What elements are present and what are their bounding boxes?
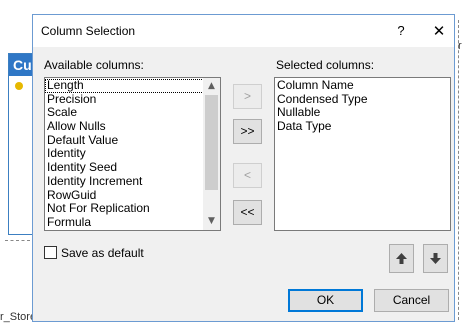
selected-columns-list[interactable]: Column Name Condensed Type Nullable Data Ty… bbox=[274, 77, 451, 231]
available-column-item[interactable]: Identity bbox=[45, 147, 220, 161]
dialog-title: Column Selection bbox=[41, 24, 136, 38]
selected-column-item[interactable]: Column Name bbox=[275, 78, 450, 93]
available-column-item[interactable]: Allow Nulls bbox=[45, 119, 220, 134]
available-column-item[interactable]: Identity Seed bbox=[45, 160, 220, 175]
key-icon bbox=[15, 82, 23, 90]
scroll-up-arrow-icon[interactable]: ▲ bbox=[203, 78, 220, 95]
background-store-label: r_Store bbox=[0, 311, 37, 323]
ok-button[interactable]: OK bbox=[288, 289, 363, 312]
available-column-item[interactable]: Scale bbox=[45, 106, 220, 120]
background-right-text: r bbox=[458, 40, 462, 52]
available-column-item[interactable]: Formula bbox=[45, 215, 220, 230]
remove-column-button[interactable]: < bbox=[233, 163, 262, 188]
available-column-item[interactable]: Identity Increment bbox=[45, 174, 220, 189]
save-as-default-label[interactable]: Save as default bbox=[61, 246, 144, 260]
close-icon[interactable]: ✕ bbox=[428, 20, 450, 42]
remove-all-columns-button[interactable]: << bbox=[233, 200, 262, 225]
save-as-default-checkbox[interactable] bbox=[44, 246, 57, 259]
available-scrollbar[interactable]: ▲ ▼ bbox=[203, 78, 220, 230]
dialog-titlebar[interactable]: Column Selection ? ✕ bbox=[33, 15, 454, 47]
cancel-button[interactable]: Cancel bbox=[374, 289, 449, 312]
selected-column-item[interactable]: Condensed Type bbox=[275, 92, 450, 107]
available-column-item[interactable]: Precision bbox=[45, 92, 220, 107]
selected-column-item[interactable]: Nullable bbox=[275, 106, 450, 120]
scroll-down-arrow-icon[interactable]: ▼ bbox=[203, 213, 220, 230]
available-columns-label: Available columns: bbox=[44, 58, 144, 72]
available-column-item[interactable]: RowGuid bbox=[45, 188, 220, 203]
help-button[interactable]: ? bbox=[390, 20, 412, 42]
scroll-thumb[interactable] bbox=[205, 95, 218, 190]
selected-columns-label: Selected columns: bbox=[276, 58, 375, 72]
available-column-item[interactable]: Not For Replication bbox=[45, 201, 220, 216]
arrow-up-icon bbox=[396, 253, 407, 264]
relationship-line-right bbox=[458, 20, 460, 320]
arrow-down-icon bbox=[430, 253, 441, 264]
relationship-line bbox=[5, 240, 30, 241]
column-selection-dialog: Column Selection ? ✕ Available columns: … bbox=[32, 14, 455, 322]
available-column-item[interactable]: Default Value bbox=[45, 133, 220, 148]
available-columns-list[interactable]: Length Precision Scale Allow Nulls Default V… bbox=[44, 77, 221, 231]
add-column-button[interactable]: > bbox=[233, 84, 262, 109]
add-all-columns-button[interactable]: >> bbox=[233, 119, 262, 144]
selected-column-item[interactable]: Data Type bbox=[275, 119, 450, 134]
move-up-button[interactable] bbox=[389, 244, 414, 273]
available-column-item[interactable]: Length bbox=[45, 78, 216, 93]
move-down-button[interactable] bbox=[423, 244, 448, 273]
